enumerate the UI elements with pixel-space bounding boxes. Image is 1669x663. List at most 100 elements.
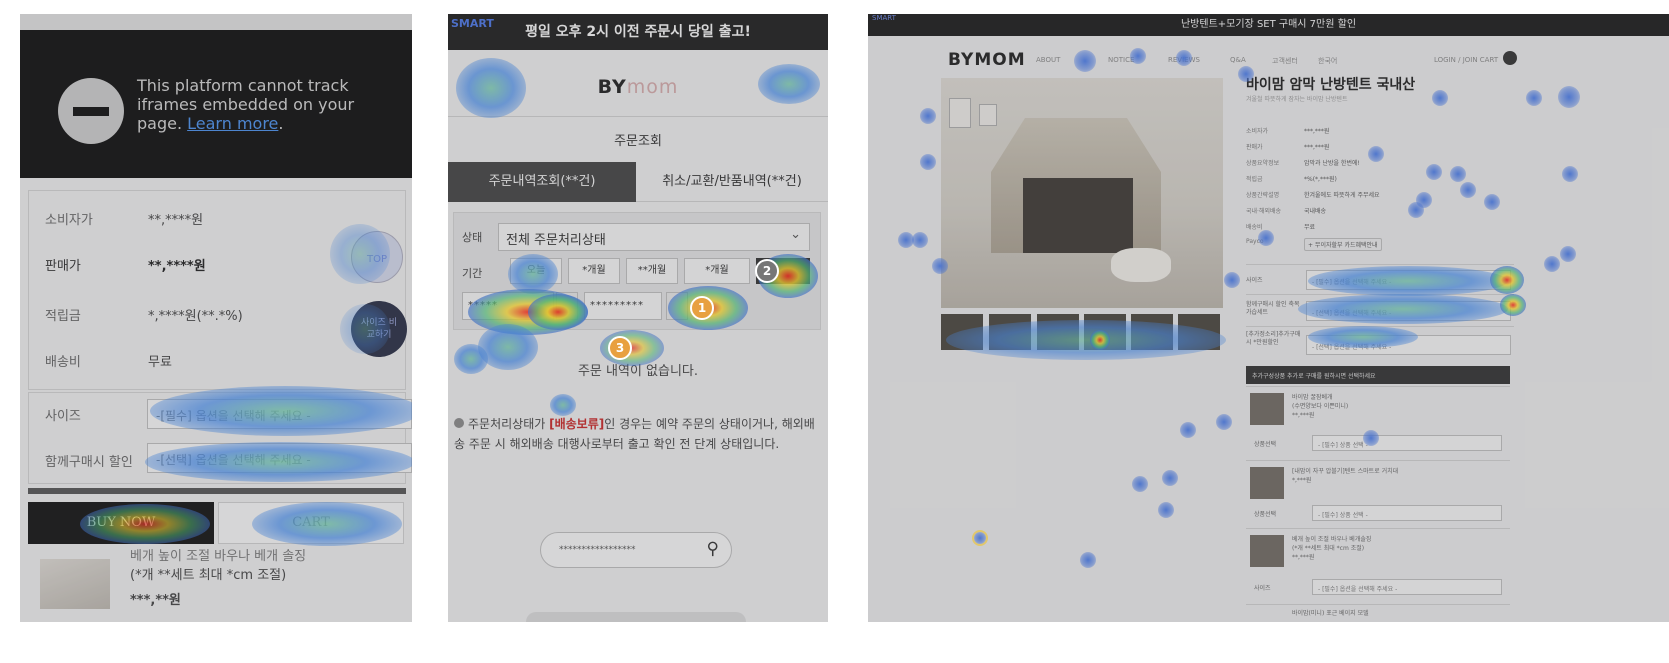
thumbnail-4[interactable]: [1084, 314, 1126, 350]
product-summary: 베개 높이 조절 바우나 베개 솔징 (*개 **세트 최대 *cm 조절) *…: [130, 547, 400, 610]
calendar-icon[interactable]: [556, 292, 578, 320]
heat-dot: [1562, 166, 1578, 182]
nav-language[interactable]: 한국어: [1318, 56, 1337, 66]
thumbnail-1[interactable]: [941, 314, 983, 350]
add-item-select[interactable]: - [필수] 상품 선택 -: [1312, 505, 1502, 521]
top-strip: [20, 14, 412, 30]
period-label: 기간: [462, 267, 483, 280]
empty-orders-message: 주문 내역이 없습니다.: [577, 364, 699, 379]
option-label-bundle: 함께구매시 할인: [45, 451, 133, 470]
heat-dot: [1408, 202, 1424, 218]
iframe-notice: This platform cannot track iframes embed…: [20, 30, 412, 178]
status-select-value: 전체 주문처리상태: [506, 233, 606, 248]
date-to-input[interactable]: *********: [584, 292, 662, 320]
bundle-select[interactable]: - [선택] 옵션을 선택해 주세요 -: [1306, 301, 1511, 321]
nav-notice[interactable]: NOTICE: [1108, 56, 1134, 64]
smart-label: SMART: [451, 17, 494, 30]
payco-benefit-link[interactable]: + 무이자할부 카드혜택안내: [1304, 238, 1382, 251]
tab-cancel-exchange[interactable]: 취소/교환/반품내역(**건): [636, 162, 828, 202]
option-row-bundle: 함께구매시 할인 축복가습세트 - [선택] 옵션을 선택해 주세요 -: [1246, 294, 1514, 326]
spec-label: 적립금: [1246, 176, 1263, 183]
top-button[interactable]: TOP: [351, 231, 403, 283]
info-prefix: 주문처리상태가: [468, 417, 550, 431]
add-item-select-label: 상품선택: [1254, 441, 1277, 448]
calendar-icon[interactable]: [666, 292, 688, 320]
product-price: ***,**원: [130, 593, 181, 608]
blocked-icon: [58, 78, 124, 144]
heat-dot: [920, 108, 936, 124]
add-item-select[interactable]: - [필수] 옵션을 선택해 주세요 -: [1312, 579, 1502, 595]
size-select[interactable]: - [필수] 옵션을 선택해 주세요 -: [1306, 270, 1511, 290]
thumbnail-2[interactable]: [989, 314, 1031, 350]
row-label: 적립금: [45, 309, 81, 324]
status-select[interactable]: 전체 주문처리상태 ⌄: [498, 223, 810, 251]
add-item-image[interactable]: [1250, 393, 1284, 425]
add-item-image[interactable]: [1250, 467, 1284, 499]
spec-value: ***,***원: [1304, 144, 1330, 151]
spec-value: 암막과 난방을 한번에!: [1304, 160, 1360, 167]
size-compare-button[interactable]: 사이즈 비교하기: [351, 301, 407, 357]
spec-value: 국내배송: [1304, 208, 1327, 215]
thumbnail-5[interactable]: [1131, 314, 1173, 350]
product-subtitle: 겨울철 따뜻하게 잠자는 바이맘 난방텐트: [1246, 96, 1348, 103]
search-input[interactable]: ***************** ⚲: [540, 532, 732, 568]
order-status-info: 주문처리상태가 [배송보류]인 경우는 예약 주문의 상태이거나, 해외배송 주…: [454, 414, 822, 454]
date-from-input[interactable]: *****: [462, 292, 554, 320]
heat-dot: [1450, 166, 1466, 182]
spec-label: 상품간략설명: [1246, 192, 1280, 199]
nav-customer-center[interactable]: 고객센터: [1272, 56, 1298, 66]
heat-dot: [1132, 476, 1148, 492]
heat-dot: [1162, 470, 1178, 486]
brand-logo[interactable]: BYMOM: [948, 50, 1026, 70]
row-label: 소비자가: [45, 213, 93, 228]
cart-icon[interactable]: [1503, 51, 1517, 65]
heat-dot: [912, 232, 928, 248]
heat-dot: [1368, 146, 1384, 162]
spec-row: 판매가 ***,***원: [1246, 142, 1329, 151]
size-select[interactable]: -[필수] 옵션을 선택해 주세요 -: [147, 399, 412, 429]
price-row-sale: 판매가 **,****원: [45, 255, 206, 274]
bundle-select[interactable]: -[선택] 옵션을 선택해 주세요 -: [147, 443, 412, 473]
bottom-button-partial[interactable]: [526, 612, 746, 622]
spec-row: 상품요약정보 암막과 난방을 한번에!: [1246, 158, 1360, 167]
heat-dot: [1432, 90, 1448, 106]
spec-label: 상품요약정보: [1246, 160, 1280, 167]
period-today-button[interactable]: 오늘: [510, 258, 562, 284]
tent-opening: [1023, 178, 1133, 253]
learn-more-link[interactable]: Learn more: [187, 114, 278, 133]
nav-about[interactable]: ABOUT: [1036, 56, 1060, 64]
period-1m-button[interactable]: *개월: [568, 258, 620, 284]
extra-select[interactable]: - [선택] 옵션을 선택해 주세요 -: [1306, 335, 1511, 355]
option-row-size: 사이즈 - [필수] 옵션을 선택해 주세요 -: [1246, 264, 1514, 294]
period-3m-button[interactable]: **개월: [626, 258, 678, 284]
nav-reviews[interactable]: REVIEWS: [1168, 56, 1200, 64]
add-item-select[interactable]: - [필수] 상품 선택 -: [1312, 435, 1502, 451]
nav-login-cart[interactable]: LOGIN / JOIN CART: [1434, 56, 1498, 64]
period-6m-button[interactable]: *개월: [684, 258, 750, 284]
spec-value: 무료: [1304, 224, 1316, 231]
brand-logo[interactable]: BYmom: [448, 76, 828, 98]
cart-button[interactable]: CART: [218, 502, 404, 544]
tab-order-history[interactable]: 주문내역조회(**건): [448, 162, 636, 202]
smart-label: SMART: [872, 14, 896, 22]
topbar-text: 난방텐트+모기장 SET 구매시 7만원 할인: [1180, 19, 1357, 30]
thumbnail-3[interactable]: [1037, 314, 1079, 350]
additional-products-header[interactable]: 추가구성상품 추가로 구매를 원하시면 선택하세요: [1246, 366, 1510, 384]
heat-dot: [1460, 182, 1476, 198]
product-main-image: [941, 78, 1223, 308]
add-item-name: 베개 높이 조절 바우나 베개솔징: [1292, 536, 1372, 543]
spec-value: *%(*,***원): [1304, 176, 1337, 183]
heat-dot: [1158, 502, 1174, 518]
add-item-select-label: 상품선택: [1254, 511, 1277, 518]
thumbnail-6[interactable]: [1178, 314, 1220, 350]
pillow: [1111, 248, 1171, 282]
add-item-image[interactable]: [1250, 535, 1284, 567]
product-thumbnail[interactable]: [40, 559, 110, 609]
buy-now-button[interactable]: BUY NOW: [28, 502, 214, 544]
search-icon[interactable]: ⚲: [707, 539, 719, 559]
nav-qna[interactable]: Q&A: [1230, 56, 1246, 64]
product-name: 베개 높이 조절 바우나 베개 솔징: [130, 549, 307, 564]
promo-banner-text: 평일 오후 2시 이전 주문시 당일 출고!: [525, 24, 751, 40]
logo-bold: BY: [597, 76, 627, 98]
mobile-order-lookup-panel: 평일 오후 2시 이전 주문시 당일 출고! SMART BYmom 주문조회 …: [448, 14, 828, 622]
